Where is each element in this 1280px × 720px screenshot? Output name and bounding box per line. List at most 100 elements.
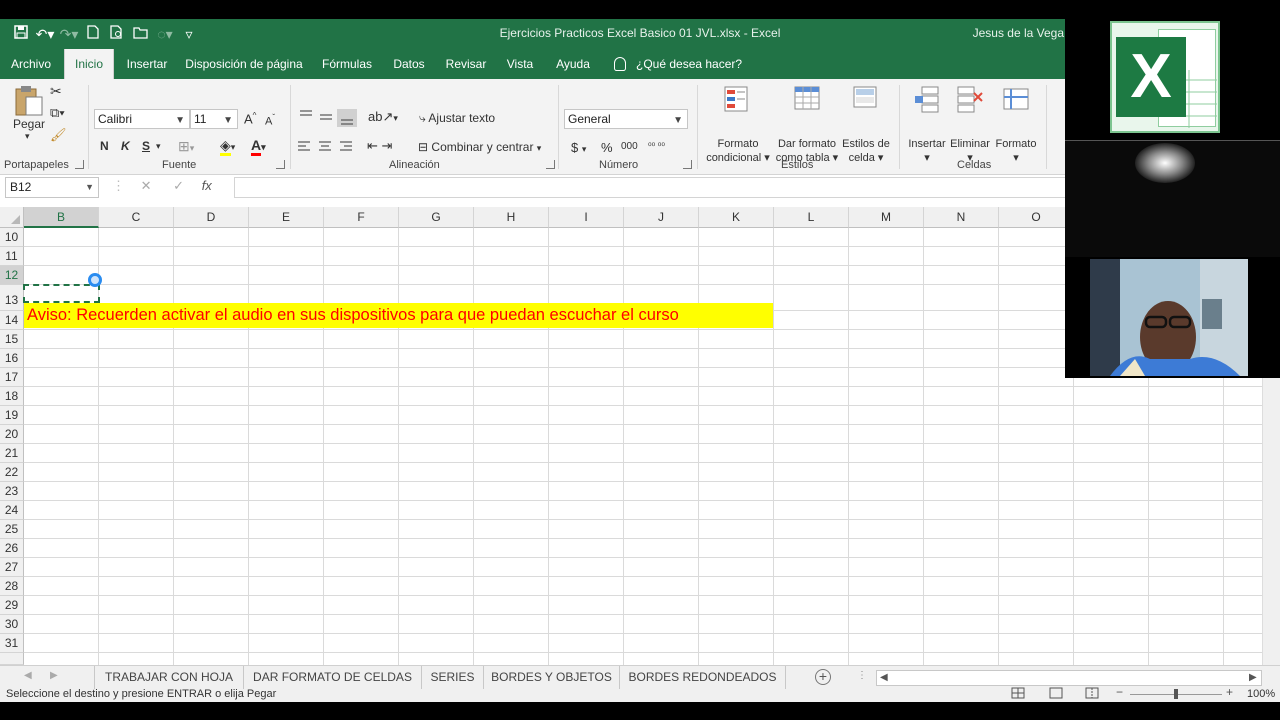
zoom-slider-thumb[interactable] bbox=[1174, 689, 1178, 699]
column-header-f[interactable]: F bbox=[324, 207, 399, 228]
row-header-24[interactable]: 24 bbox=[0, 501, 24, 520]
name-box[interactable]: B12 ▼ bbox=[5, 177, 99, 198]
vertical-align-icons[interactable] bbox=[298, 109, 360, 127]
video-tile-participant-camera[interactable] bbox=[1090, 259, 1248, 376]
row-header-31[interactable]: 31 bbox=[0, 634, 24, 653]
tab-inicio[interactable]: Inicio bbox=[64, 49, 114, 79]
tab-archivo[interactable]: Archivo bbox=[2, 49, 60, 79]
column-header-m[interactable]: M bbox=[849, 207, 924, 228]
font-launcher-icon[interactable] bbox=[276, 160, 285, 169]
row-header-15[interactable]: 15 bbox=[0, 330, 24, 349]
scroll-sheets-left-icon[interactable]: ◀ bbox=[24, 670, 32, 681]
notice-cell-b13[interactable]: Aviso: Recuerden activar el audio en sus… bbox=[24, 303, 773, 328]
clipboard-launcher-icon[interactable] bbox=[75, 160, 84, 169]
zoom-in-icon[interactable]: + bbox=[1226, 685, 1233, 699]
indent-icons[interactable]: ⇤ ⇥ bbox=[367, 138, 392, 154]
video-tile-participant-dark[interactable] bbox=[1065, 140, 1280, 257]
row-header-17[interactable]: 17 bbox=[0, 368, 24, 387]
row-header-27[interactable]: 27 bbox=[0, 558, 24, 577]
row-header-32[interactable] bbox=[0, 653, 24, 665]
merge-center-button[interactable]: ⊟ Combinar y centrar ▾ bbox=[418, 140, 541, 154]
select-all-button[interactable] bbox=[0, 207, 24, 228]
thousands-button[interactable]: 000 bbox=[621, 141, 638, 152]
row-header-12[interactable]: 12 bbox=[0, 266, 24, 285]
row-header-29[interactable]: 29 bbox=[0, 596, 24, 615]
view-buttons[interactable] bbox=[1010, 686, 1110, 700]
orientation-icon[interactable]: ab↗▾ bbox=[368, 109, 398, 125]
row-header-14[interactable]: 14 bbox=[0, 311, 24, 330]
column-header-b[interactable]: B bbox=[24, 207, 99, 228]
horizontal-scrollbar[interactable]: ◀ ▶ bbox=[876, 670, 1262, 686]
bold-button[interactable]: N bbox=[100, 139, 109, 153]
column-header-h[interactable]: H bbox=[474, 207, 549, 228]
column-header-e[interactable]: E bbox=[249, 207, 324, 228]
format-painter-icon[interactable]: 🖌 bbox=[50, 127, 67, 143]
row-header-28[interactable]: 28 bbox=[0, 577, 24, 596]
row-header-19[interactable]: 19 bbox=[0, 406, 24, 425]
sheet-tab-bordes-redondeados[interactable]: BORDES REDONDEADOS bbox=[620, 666, 786, 689]
row-header-10[interactable]: 10 bbox=[0, 228, 24, 247]
sheet-tab-series[interactable]: SERIES bbox=[422, 666, 484, 689]
scroll-right-icon[interactable]: ▶ bbox=[1249, 672, 1257, 683]
number-launcher-icon[interactable] bbox=[683, 160, 692, 169]
borders-icon[interactable]: ⊞▾ bbox=[178, 138, 194, 155]
increase-font-icon[interactable]: A^ bbox=[244, 111, 256, 126]
row-header-23[interactable]: 23 bbox=[0, 482, 24, 501]
row-header-13[interactable]: 13 bbox=[0, 285, 24, 311]
tell-me-search[interactable]: ¿Qué desea hacer? bbox=[614, 49, 742, 79]
copy-icon[interactable]: ⧉▾ bbox=[50, 105, 65, 121]
scroll-left-icon[interactable]: ◀ bbox=[880, 672, 888, 683]
column-header-d[interactable]: D bbox=[174, 207, 249, 228]
copy-selection-marquee[interactable] bbox=[23, 284, 100, 303]
scroll-sheets-right-icon[interactable]: ▶ bbox=[50, 670, 58, 681]
tab-revisar[interactable]: Revisar bbox=[440, 49, 492, 79]
font-name-dropdown[interactable]: Calibri ▼ bbox=[94, 109, 190, 129]
column-header-c[interactable]: C bbox=[99, 207, 174, 228]
percent-button[interactable]: % bbox=[601, 140, 613, 155]
add-sheet-icon[interactable]: + bbox=[815, 669, 831, 685]
row-header-22[interactable]: 22 bbox=[0, 463, 24, 482]
currency-button[interactable]: $ ▾ bbox=[571, 140, 586, 155]
column-header-j[interactable]: J bbox=[624, 207, 699, 228]
alignment-launcher-icon[interactable] bbox=[546, 160, 555, 169]
splitter-icon[interactable]: ⋮ bbox=[857, 670, 867, 681]
column-header-g[interactable]: G bbox=[399, 207, 474, 228]
zoom-level[interactable]: 100% bbox=[1247, 688, 1275, 700]
column-header-o[interactable]: O bbox=[999, 207, 1074, 228]
row-header-30[interactable]: 30 bbox=[0, 615, 24, 634]
sheet-tab-dar-formato[interactable]: DAR FORMATO DE CELDAS bbox=[244, 666, 422, 689]
tab-datos[interactable]: Datos bbox=[386, 49, 432, 79]
column-header-k[interactable]: K bbox=[699, 207, 774, 228]
tab-vista[interactable]: Vista bbox=[500, 49, 540, 79]
decrease-font-icon[interactable]: Aˇ bbox=[265, 113, 275, 128]
tab-ayuda[interactable]: Ayuda bbox=[548, 49, 598, 79]
row-header-20[interactable]: 20 bbox=[0, 425, 24, 444]
enter-icon[interactable]: ✓ bbox=[173, 178, 184, 193]
sheet-tab-trabajar-con-hoja[interactable]: TRABAJAR CON HOJA bbox=[94, 666, 244, 689]
row-header-21[interactable]: 21 bbox=[0, 444, 24, 463]
cut-icon[interactable]: ✂ bbox=[50, 83, 62, 100]
tab-insertar[interactable]: Insertar bbox=[120, 49, 174, 79]
row-header-11[interactable]: 11 bbox=[0, 247, 24, 266]
number-format-dropdown[interactable]: General ▼ bbox=[564, 109, 688, 129]
fill-color-icon[interactable]: ◈▾ bbox=[220, 137, 235, 156]
decimal-buttons[interactable]: ⁰⁰ ⁰⁰ bbox=[648, 141, 665, 152]
italic-button[interactable]: K bbox=[121, 139, 130, 153]
underline-dropdown-arrow[interactable]: ▾ bbox=[156, 141, 161, 152]
column-header-i[interactable]: I bbox=[549, 207, 624, 228]
underline-button[interactable]: S bbox=[142, 139, 150, 153]
row-header-26[interactable]: 26 bbox=[0, 539, 24, 558]
wrap-text-button[interactable]: ⤷ Ajustar texto bbox=[419, 111, 495, 126]
font-color-icon[interactable]: A▾ bbox=[251, 137, 266, 156]
tab-disposicion-pagina[interactable]: Disposición de página bbox=[182, 49, 306, 79]
column-header-n[interactable]: N bbox=[924, 207, 999, 228]
cancel-icon[interactable]: ✕ bbox=[141, 178, 152, 193]
paste-dropdown-arrow[interactable]: ▾ bbox=[25, 131, 30, 142]
row-header-18[interactable]: 18 bbox=[0, 387, 24, 406]
row-header-25[interactable]: 25 bbox=[0, 520, 24, 539]
insert-function-icon[interactable]: fx bbox=[202, 178, 212, 193]
column-header-l[interactable]: L bbox=[774, 207, 849, 228]
zoom-out-icon[interactable]: − bbox=[1116, 685, 1123, 699]
tab-formulas[interactable]: Fórmulas bbox=[314, 49, 380, 79]
horizontal-align-icons[interactable] bbox=[298, 141, 354, 153]
